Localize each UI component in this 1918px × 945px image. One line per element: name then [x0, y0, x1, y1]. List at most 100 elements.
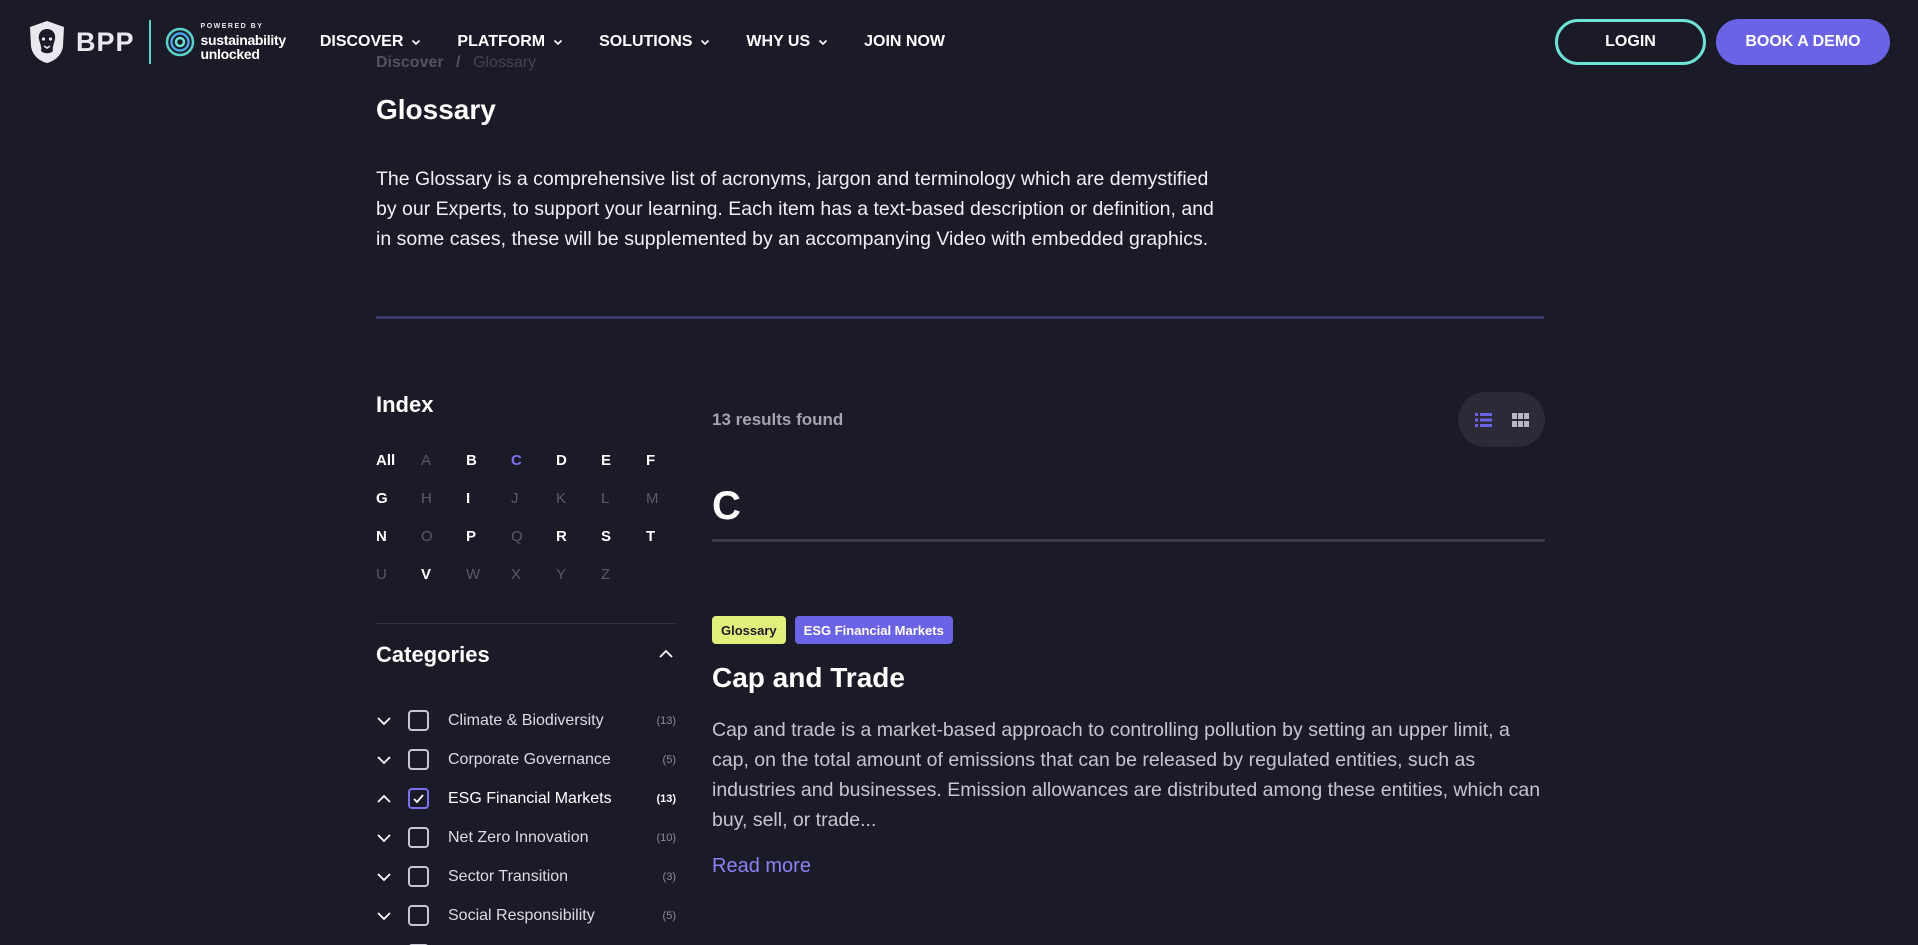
- category-label[interactable]: Social Responsibility: [448, 907, 663, 925]
- category-label[interactable]: Corporate Governance: [448, 751, 663, 769]
- swirl-icon: [165, 27, 194, 57]
- top-navigation: BPP POWERED BY sustainability unlocked D…: [0, 0, 1918, 84]
- index-letter-e[interactable]: E: [601, 452, 646, 471]
- brand-logo[interactable]: BPP POWERED BY sustainability unlocked: [28, 20, 286, 64]
- category-count: (3): [662, 870, 676, 883]
- index-letter-h: H: [421, 490, 432, 507]
- menu-why-us[interactable]: WHY US: [746, 33, 846, 51]
- index-letter-b[interactable]: B: [466, 452, 511, 471]
- partner-name-line2: unlocked: [200, 46, 260, 62]
- menu-solutions[interactable]: SOLUTIONS: [599, 33, 728, 51]
- menu-solutions-label: SOLUTIONS: [599, 33, 693, 50]
- index-letter-s[interactable]: S: [601, 528, 646, 547]
- tag-glossary[interactable]: Glossary: [712, 616, 786, 644]
- login-button[interactable]: LOGIN: [1555, 19, 1706, 65]
- index-letter-o: O: [421, 528, 433, 545]
- index-letter-p[interactable]: P: [466, 528, 511, 547]
- category-label[interactable]: Climate & Biodiversity: [448, 712, 656, 730]
- category-row: Corporate Governance (5): [376, 740, 676, 779]
- index-letter-u: U: [376, 566, 387, 583]
- category-row: ESG Financial Markets (13): [376, 779, 676, 818]
- index-letter-v[interactable]: V: [421, 566, 466, 585]
- powered-by-label: POWERED BY: [200, 23, 264, 30]
- menu-discover[interactable]: DISCOVER: [320, 33, 440, 51]
- page-intro: The Glossary is a comprehensive list of …: [376, 168, 1214, 250]
- view-toggle: [1458, 392, 1545, 447]
- results-count: 13 results found: [712, 410, 844, 429]
- chevron-down-icon: [701, 39, 710, 46]
- category-label[interactable]: ESG Financial Markets: [448, 790, 656, 808]
- category-checkbox[interactable]: [408, 905, 429, 926]
- index-letter-a: A: [421, 452, 432, 469]
- index-letter-w: W: [466, 566, 481, 583]
- result-title[interactable]: Cap and Trade: [712, 662, 905, 694]
- category-count: (10): [656, 831, 676, 844]
- index-letter-n[interactable]: N: [376, 528, 421, 547]
- index-letter-i[interactable]: I: [466, 490, 511, 509]
- index-letter-q: Q: [511, 528, 523, 545]
- menu-join-now-label: JOIN NOW: [864, 33, 946, 50]
- category-count: (13): [656, 714, 676, 727]
- chevron-down-icon[interactable]: [376, 713, 392, 729]
- index-letter-g[interactable]: G: [376, 490, 421, 509]
- index-letter-f[interactable]: F: [646, 452, 691, 471]
- category-count: (5): [662, 753, 676, 766]
- chevron-down-icon[interactable]: [376, 752, 392, 768]
- chevron-down-icon[interactable]: [376, 869, 392, 885]
- menu-join-now[interactable]: JOIN NOW: [864, 33, 963, 51]
- index-letter-x: X: [511, 566, 522, 583]
- read-more-link[interactable]: Read more: [712, 855, 811, 878]
- category-checkbox[interactable]: [408, 749, 429, 770]
- chevron-down-icon: [554, 39, 563, 46]
- result-description: Cap and trade is a market-based approach…: [712, 719, 1541, 831]
- partner-logo: POWERED BY sustainability unlocked: [165, 23, 286, 61]
- list-view-icon[interactable]: [1474, 412, 1492, 427]
- menu-discover-label: DISCOVER: [319, 33, 404, 50]
- partner-name-line1: sustainability: [200, 32, 287, 48]
- tag-esg-financial-markets[interactable]: ESG Financial Markets: [794, 616, 953, 644]
- index-letter-d[interactable]: D: [556, 452, 601, 471]
- index-letter-z: Z: [601, 566, 611, 583]
- grid-view-icon[interactable]: [1511, 412, 1529, 427]
- letter-group-heading: C: [712, 484, 741, 528]
- category-checkbox[interactable]: [408, 866, 429, 887]
- category-count: (13): [656, 792, 676, 805]
- index-letter-l: L: [601, 490, 610, 507]
- index-letter-y: Y: [556, 566, 567, 583]
- index-title: Index: [376, 392, 434, 417]
- category-list: Climate & Biodiversity (13) Corporate Gove…: [376, 701, 676, 945]
- letter-index: All A B C D E F G H I J K L M N O P Q R S T U V W X Y Z: [376, 452, 691, 585]
- menu-why-us-label: WHY US: [746, 33, 811, 50]
- category-checkbox[interactable]: [408, 788, 429, 809]
- category-count: (5): [662, 909, 676, 922]
- index-letter-t[interactable]: T: [646, 528, 691, 547]
- index-letter-c[interactable]: C: [511, 452, 556, 471]
- brand-name: BPP: [76, 26, 135, 57]
- chevron-down-icon: [819, 39, 828, 46]
- chevron-down-icon: [412, 39, 421, 46]
- index-letter-r[interactable]: R: [556, 528, 601, 547]
- category-checkbox[interactable]: [408, 710, 429, 731]
- logo-divider: [148, 20, 151, 64]
- index-letter-j: J: [511, 490, 519, 507]
- section-divider: [376, 316, 1544, 319]
- category-row: Net Zero Innovation (10): [376, 818, 676, 857]
- chevron-down-icon[interactable]: [376, 830, 392, 846]
- index-letter-m: M: [646, 490, 659, 507]
- category-row: Targets & Disclosures(6): [376, 935, 676, 945]
- result-tags: Glossary ESG Financial Markets: [712, 616, 953, 644]
- book-demo-button[interactable]: BOOK A DEMO: [1716, 19, 1890, 65]
- chevron-down-icon[interactable]: [376, 908, 392, 924]
- category-label[interactable]: Net Zero Innovation: [448, 829, 656, 847]
- check-icon: [413, 794, 424, 804]
- category-checkbox[interactable]: [408, 827, 429, 848]
- lion-shield-icon: [30, 21, 64, 63]
- index-letter-all[interactable]: All: [376, 452, 421, 471]
- chevron-up-icon[interactable]: [658, 646, 674, 662]
- menu-platform[interactable]: PLATFORM: [457, 33, 581, 51]
- letter-group-divider: [712, 539, 1545, 542]
- category-label[interactable]: Sector Transition: [448, 868, 663, 886]
- sidebar-divider: [376, 623, 676, 624]
- index-letter-k: K: [556, 490, 567, 507]
- chevron-up-icon[interactable]: [376, 791, 392, 807]
